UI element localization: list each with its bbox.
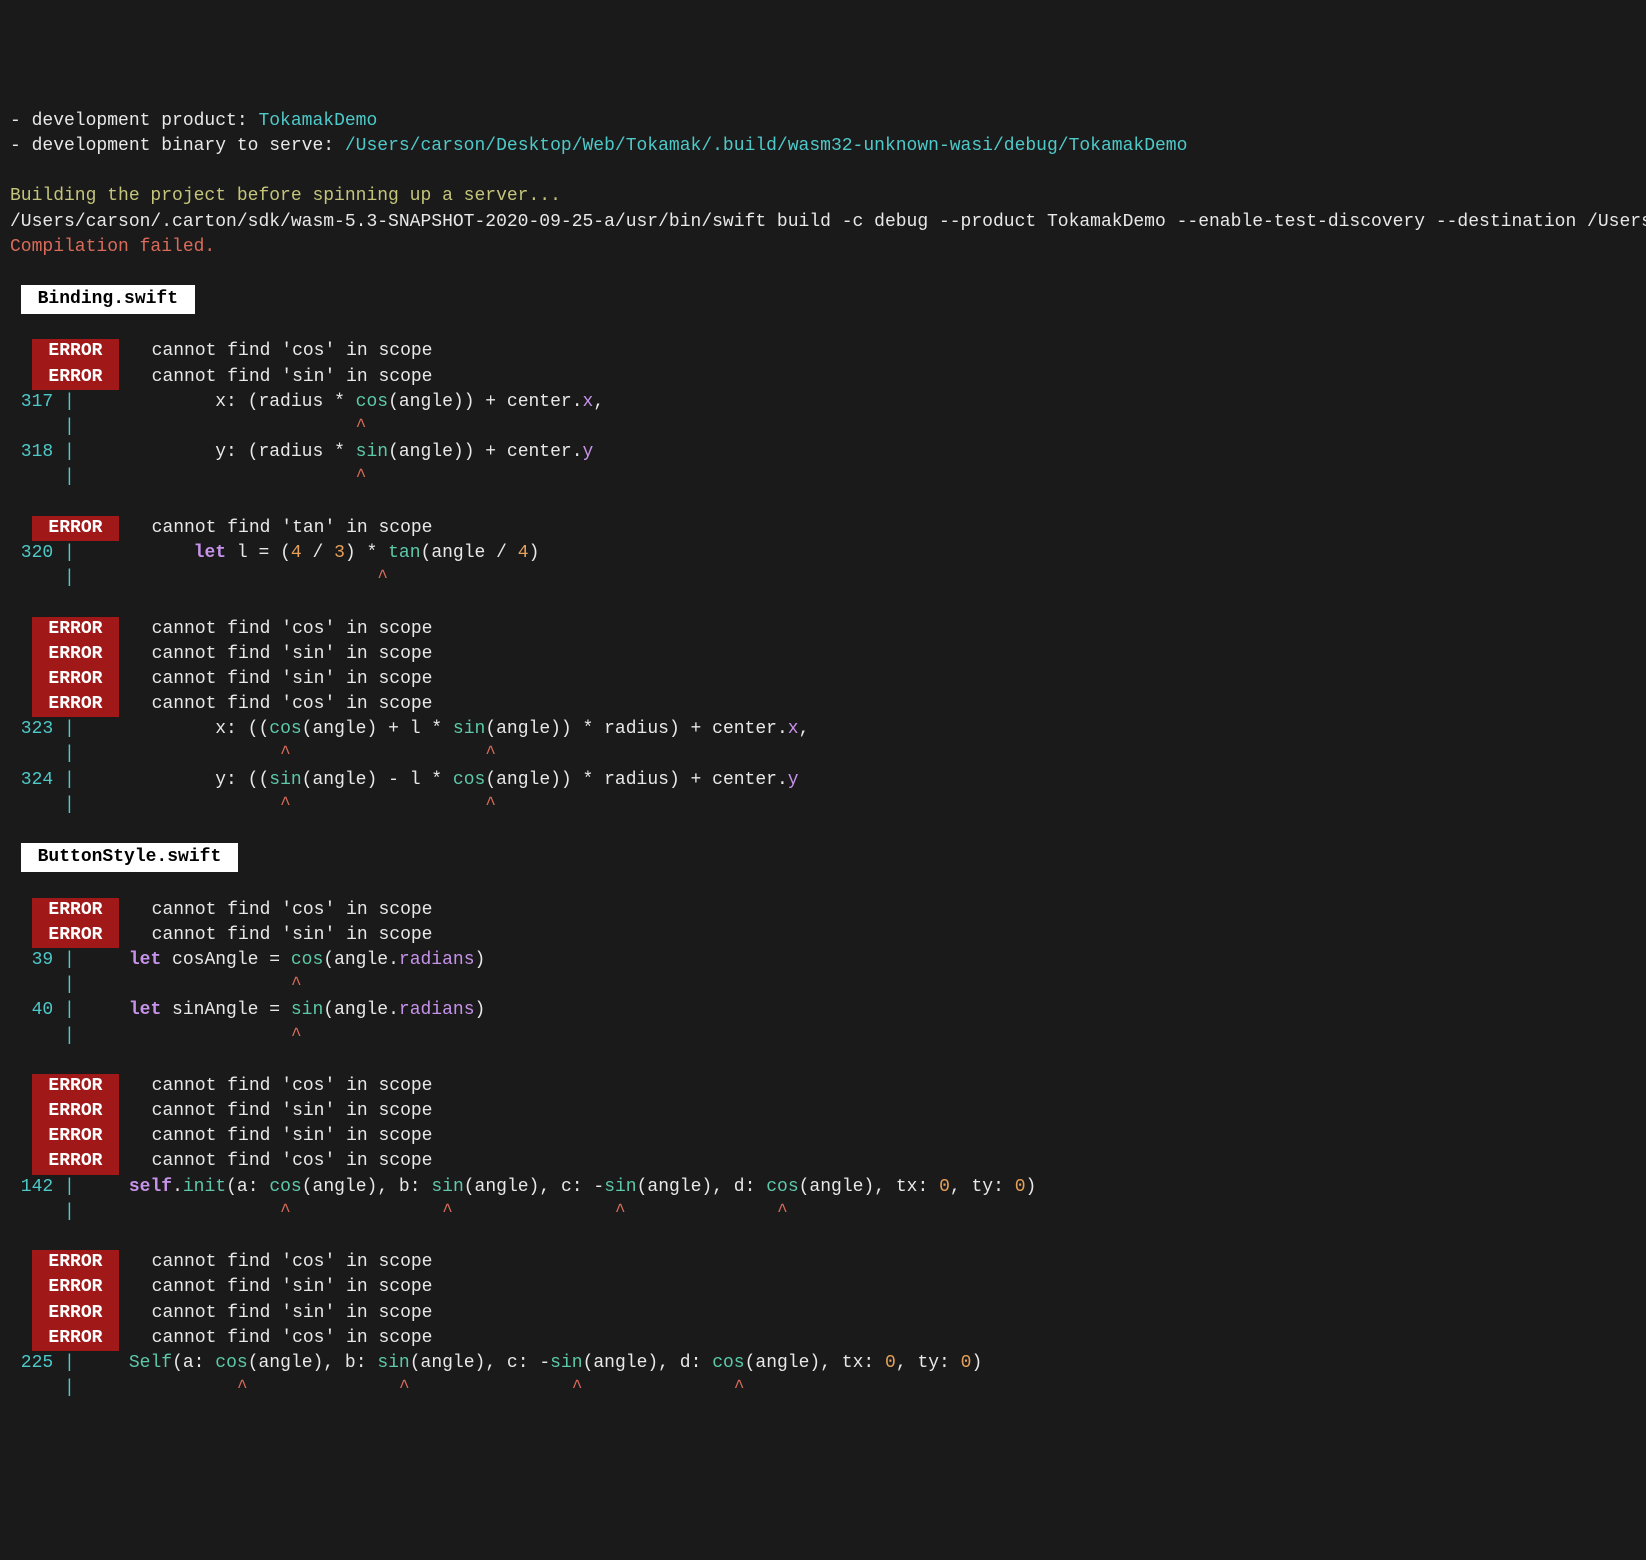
caret-line: | ^ ^ (10, 742, 1636, 767)
gutter-pipe: | (53, 392, 85, 412)
gutter-pipe: | (53, 1026, 85, 1046)
error-message: cannot find 'sin' in scope (152, 1277, 433, 1297)
line-number: 317 (10, 392, 53, 412)
compilation-failed: Compilation failed. (10, 237, 215, 257)
error-badge: ERROR (32, 1074, 120, 1099)
error-message: cannot find 'cos' in scope (152, 1151, 433, 1171)
code-line: 40 | let sinAngle = sin(angle.radians) (10, 998, 1636, 1023)
caret-line: | ^ (10, 465, 1636, 490)
error-message: cannot find 'sin' in scope (152, 669, 433, 689)
product-name: TokamakDemo (258, 111, 377, 131)
line-number: 318 (10, 442, 53, 462)
caret-line: | ^ (10, 973, 1636, 998)
binary-label: - development binary to serve: (10, 136, 345, 156)
error-badge: ERROR (32, 1099, 120, 1124)
line-number: 40 (10, 1000, 53, 1020)
binary-path: /Users/carson/Desktop/Web/Tokamak/.build… (345, 136, 1188, 156)
gutter-pipe: | (53, 1353, 85, 1373)
error-message: cannot find 'cos' in scope (152, 1076, 433, 1096)
gutter-pipe: | (53, 467, 85, 487)
error-badge: ERROR (32, 898, 120, 923)
error-message: cannot find 'cos' in scope (152, 1328, 433, 1348)
code-line: 142 | self.init(a: cos(angle), b: sin(an… (10, 1175, 1636, 1200)
caret-marker: ^ ^ (86, 744, 496, 764)
error-message: cannot find 'cos' in scope (152, 619, 433, 639)
caret-marker: ^ ^ ^ ^ (86, 1378, 745, 1398)
error-message: cannot find 'sin' in scope (152, 1126, 433, 1146)
gutter-pipe: | (53, 1378, 85, 1398)
gutter-pipe: | (53, 568, 85, 588)
error-message: cannot find 'cos' in scope (152, 341, 433, 361)
error-badge: ERROR (32, 667, 120, 692)
error-badge: ERROR (32, 339, 120, 364)
error-message: cannot find 'cos' in scope (152, 694, 433, 714)
error-message: cannot find 'sin' in scope (152, 644, 433, 664)
error-message: cannot find 'cos' in scope (152, 900, 433, 920)
error-badge: ERROR (32, 642, 120, 667)
error-message: cannot find 'sin' in scope (152, 367, 433, 387)
code-line: 225 | Self(a: cos(angle), b: sin(angle),… (10, 1351, 1636, 1376)
code-line: 323 | x: ((cos(angle) + l * sin(angle)) … (10, 717, 1636, 742)
error-badge: ERROR (32, 1250, 120, 1275)
error-badge: ERROR (32, 516, 120, 541)
caret-marker: ^ ^ ^ ^ (86, 1202, 788, 1222)
code-line: 317 | x: (radius * cos(angle)) + center.… (10, 390, 1636, 415)
error-badge: ERROR (32, 1149, 120, 1174)
caret-marker: ^ (86, 568, 388, 588)
gutter-pipe: | (53, 975, 85, 995)
gutter-pipe: | (53, 795, 85, 815)
gutter-pipe: | (53, 950, 85, 970)
error-badge: ERROR (32, 1124, 120, 1149)
caret-line: | ^ (10, 1024, 1636, 1049)
caret-line: | ^ ^ (10, 793, 1636, 818)
product-label: - development product: (10, 111, 258, 131)
gutter-pipe: | (53, 1202, 85, 1222)
caret-marker: ^ (86, 467, 367, 487)
line-number: 320 (10, 543, 53, 563)
build-command: /Users/carson/.carton/sdk/wasm-5.3-SNAPS… (10, 212, 1646, 232)
caret-marker: ^ (86, 417, 367, 437)
caret-marker: ^ (86, 975, 302, 995)
code-line: 320 | let l = (4 / 3) * tan(angle / 4) (10, 541, 1636, 566)
gutter-pipe: | (53, 744, 85, 764)
error-badge: ERROR (32, 1275, 120, 1300)
error-message: cannot find 'tan' in scope (152, 518, 433, 538)
code-line: 318 | y: (radius * sin(angle)) + center.… (10, 440, 1636, 465)
caret-marker: ^ ^ (86, 795, 496, 815)
error-badge: ERROR (32, 365, 120, 390)
line-number: 142 (10, 1177, 53, 1197)
file-header: ButtonStyle.swift (21, 843, 238, 872)
caret-line: | ^ (10, 415, 1636, 440)
gutter-pipe: | (53, 1000, 85, 1020)
gutter-pipe: | (53, 442, 85, 462)
caret-line: | ^ ^ ^ ^ (10, 1376, 1636, 1401)
error-badge: ERROR (32, 692, 120, 717)
error-badge: ERROR (32, 617, 120, 642)
gutter-pipe: | (53, 770, 85, 790)
error-message: cannot find 'sin' in scope (152, 1303, 433, 1323)
terminal-output: - development product: TokamakDemo - deve… (10, 109, 1636, 1427)
line-number: 39 (10, 950, 53, 970)
error-badge: ERROR (32, 1301, 120, 1326)
building-message: Building the project before spinning up … (10, 186, 561, 206)
error-message: cannot find 'cos' in scope (152, 1252, 433, 1272)
error-message: cannot find 'sin' in scope (152, 925, 433, 945)
error-message: cannot find 'sin' in scope (152, 1101, 433, 1121)
gutter-pipe: | (53, 417, 85, 437)
error-badge: ERROR (32, 1326, 120, 1351)
caret-line: | ^ ^ ^ ^ (10, 1200, 1636, 1225)
gutter-pipe: | (53, 719, 85, 739)
line-number: 323 (10, 719, 53, 739)
file-header: Binding.swift (21, 285, 195, 314)
error-badge: ERROR (32, 923, 120, 948)
gutter-pipe: | (53, 543, 85, 563)
line-number: 225 (10, 1353, 53, 1373)
caret-line: | ^ (10, 566, 1636, 591)
gutter-pipe: | (53, 1177, 85, 1197)
caret-marker: ^ (86, 1026, 302, 1046)
line-number: 324 (10, 770, 53, 790)
code-line: 39 | let cosAngle = cos(angle.radians) (10, 948, 1636, 973)
code-line: 324 | y: ((sin(angle) - l * cos(angle)) … (10, 768, 1636, 793)
